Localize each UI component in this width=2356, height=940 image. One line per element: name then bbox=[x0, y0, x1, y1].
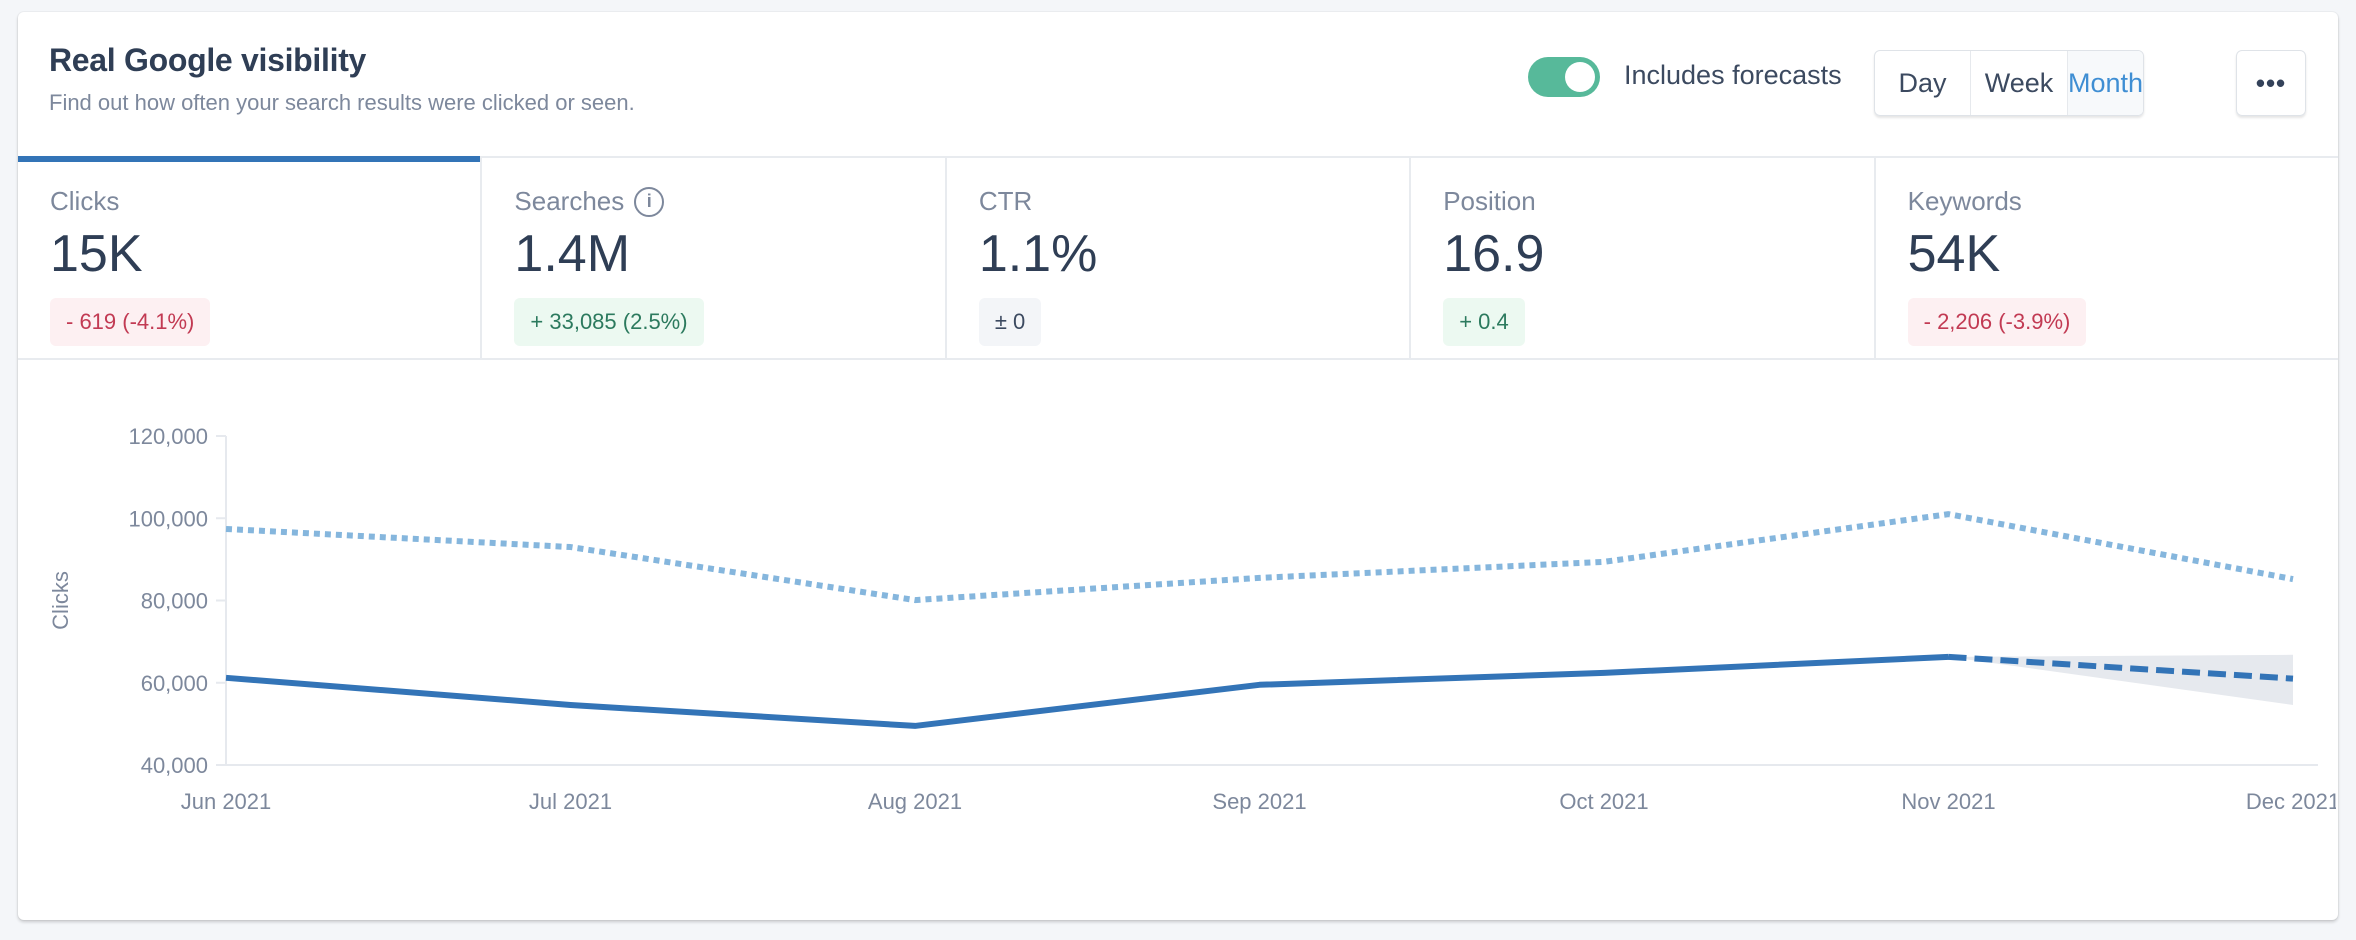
more-icon: ••• bbox=[2255, 67, 2287, 98]
granularity-week-button[interactable]: Week bbox=[1971, 51, 2068, 115]
metric-value: 1.4M bbox=[514, 225, 631, 283]
metric-label: Keywords bbox=[1908, 186, 2022, 217]
metric-value: 15K bbox=[50, 225, 143, 283]
x-tick-label: Sep 2021 bbox=[1212, 789, 1306, 814]
y-tick-label: 40,000 bbox=[141, 753, 208, 778]
y-tick-label: 100,000 bbox=[128, 506, 208, 531]
y-tick-label: 60,000 bbox=[141, 671, 208, 696]
forecast-confidence-band bbox=[1948, 654, 2293, 705]
tab-clicks[interactable]: Clicks 15K - 619 (-4.1%) bbox=[18, 156, 483, 358]
metric-value: 16.9 bbox=[1443, 225, 1545, 283]
metric-label: CTR bbox=[979, 186, 1032, 217]
granularity-month-button[interactable]: Month bbox=[2067, 51, 2143, 115]
tab-searches[interactable]: Searches i 1.4M + 33,085 (2.5%) bbox=[482, 158, 947, 358]
series-line-solid bbox=[225, 653, 1949, 729]
metric-tabs: Clicks 15K - 619 (-4.1%) Searches i 1.4M … bbox=[18, 156, 2338, 360]
metric-label-text: Clicks bbox=[50, 186, 120, 216]
info-icon[interactable]: i bbox=[634, 186, 665, 217]
metric-value: 54K bbox=[1907, 225, 2001, 283]
metric-delta-badge: - 619 (-4.1%) bbox=[50, 298, 211, 346]
metric-label-text: Searches bbox=[514, 186, 625, 216]
metric-delta-badge: + 0.4 bbox=[1443, 298, 1525, 346]
metric-label: Clicks bbox=[50, 186, 119, 217]
x-tick-label: Dec 2021 bbox=[2246, 789, 2338, 814]
x-tick-label: Jun 2021 bbox=[181, 789, 272, 814]
visibility-card: Real Google visibility Find out how ofte… bbox=[18, 12, 2338, 920]
clicks-line-chart: 120,000 100,000 80,000 60,000 40,000 Clicks Ju… bbox=[48, 424, 2338, 814]
tab-keywords[interactable]: Keywords 54K - 2,206 (-3.9%) bbox=[1876, 158, 2338, 358]
series-line-dotted bbox=[225, 511, 2294, 604]
x-tick-label: Jul 2021 bbox=[529, 789, 612, 814]
forecast-toggle-label: Includes forecasts bbox=[1624, 60, 1842, 90]
metric-label-text: Position bbox=[1443, 186, 1536, 216]
granularity-selector: Day Week Month bbox=[1874, 50, 2144, 116]
metric-delta-badge: + 33,085 (2.5%) bbox=[514, 298, 704, 346]
x-tick-label: Nov 2021 bbox=[1901, 789, 1995, 814]
card-title: Real Google visibility bbox=[49, 42, 367, 78]
tab-ctr[interactable]: CTR 1.1% ± 0 bbox=[947, 158, 1412, 358]
granularity-day-button[interactable]: Day bbox=[1875, 51, 1972, 115]
forecast-toggle[interactable] bbox=[1528, 57, 1600, 97]
x-tick-label: Aug 2021 bbox=[868, 789, 962, 814]
tab-position[interactable]: Position 16.9 + 0.4 bbox=[1411, 158, 1876, 358]
more-options-button[interactable]: ••• bbox=[2236, 50, 2306, 116]
metric-label: Position bbox=[1443, 186, 1536, 217]
metric-label: Searches i bbox=[514, 186, 665, 217]
metric-delta-badge: - 2,206 (-3.9%) bbox=[1907, 298, 2087, 346]
y-tick-label: 80,000 bbox=[141, 589, 208, 614]
metric-label-text: CTR bbox=[978, 186, 1033, 216]
metric-delta-badge: ± 0 bbox=[978, 298, 1042, 346]
metric-value: 1.1% bbox=[978, 225, 1098, 283]
x-tick-label: Oct 2021 bbox=[1559, 789, 1648, 814]
y-axis-label: Clicks bbox=[48, 571, 73, 630]
metric-label-text: Keywords bbox=[1907, 186, 2022, 216]
card-subtitle: Find out how often your search results w… bbox=[49, 90, 635, 115]
toggle-knob bbox=[1565, 62, 1595, 92]
y-tick-label: 120,000 bbox=[128, 424, 208, 449]
